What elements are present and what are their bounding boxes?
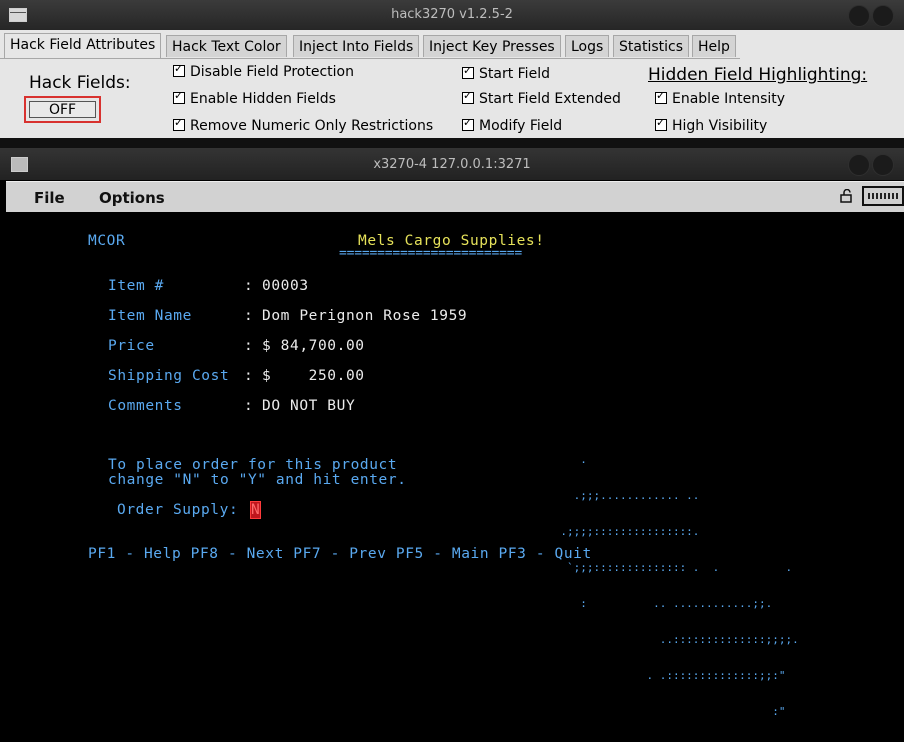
checkmark-icon	[655, 89, 667, 104]
tab-inject-into-fields[interactable]: Inject Into Fields	[293, 35, 420, 57]
field-value-comments[interactable]: DO NOT BUY	[262, 398, 355, 414]
field-value-price[interactable]: $ 84,700.00	[262, 338, 365, 354]
hack-fields-label: Hack Fields:	[29, 73, 131, 93]
terminal-minimize-button[interactable]	[848, 154, 870, 176]
keyboard-icon	[862, 186, 904, 206]
tab-hack-text-color[interactable]: Hack Text Color	[166, 35, 287, 57]
field-value-item-number[interactable]: 00003	[262, 278, 309, 294]
checkmark-icon	[462, 116, 474, 131]
field-separator: :	[244, 278, 254, 294]
checkbox-remove-numeric-only[interactable]: Remove Numeric Only Restrictions	[173, 116, 433, 134]
field-value-item-name[interactable]: Dom Perignon Rose 1959	[262, 308, 467, 324]
hack-fields-toggle-label: OFF	[29, 101, 96, 118]
field-label-item-name: Item Name	[108, 308, 192, 324]
tab-statistics[interactable]: Statistics	[613, 35, 689, 57]
lock-icon	[840, 189, 852, 203]
terminal-window-title: x3270-4 127.0.0.1:3271	[373, 157, 531, 172]
window-title: hack3270 v1.2.5-2	[391, 7, 513, 22]
instruction-line-1: To place order for this product	[108, 457, 398, 473]
field-separator: :	[244, 338, 254, 354]
menu-options[interactable]: Options	[99, 189, 165, 207]
ascii-art-logo: . .;;;............ .. .;;;;:::::::::::::…	[514, 453, 799, 718]
tab-divider	[0, 58, 740, 59]
checkbox-enable-intensity[interactable]: Enable Intensity	[655, 89, 785, 107]
field-separator: :	[244, 308, 254, 324]
field-label-item-number: Item #	[108, 278, 164, 294]
tab-help[interactable]: Help	[692, 35, 736, 57]
checkmark-icon	[655, 116, 667, 131]
screen-code: MCOR	[88, 233, 126, 249]
checkmark-icon	[462, 89, 474, 104]
tab-hack-field-attributes[interactable]: Hack Field Attributes	[4, 33, 162, 59]
hack-fields-toggle-button[interactable]: OFF	[24, 96, 101, 123]
checkbox-start-field[interactable]: Start Field	[462, 64, 550, 82]
checkmark-icon	[173, 62, 185, 77]
minimize-button[interactable]	[848, 5, 870, 27]
field-label-shipping-cost: Shipping Cost	[108, 368, 230, 384]
field-separator: :	[244, 368, 254, 384]
checkbox-start-field-extended[interactable]: Start Field Extended	[462, 89, 621, 107]
title-underline: ========================	[339, 246, 523, 261]
checkmark-icon	[173, 89, 185, 104]
terminal-screen[interactable]: MCOR Mels Cargo Supplies! ==============…	[6, 212, 904, 718]
window-gap	[0, 138, 904, 148]
pf-keys-line: PF1 - Help PF8 - Next PF7 - Prev PF5 - M…	[88, 546, 592, 562]
tab-inject-key-presses[interactable]: Inject Key Presses	[423, 35, 561, 57]
instruction-line-2: change "N" to "Y" and hit enter.	[108, 472, 407, 488]
x3270-titlebar: x3270-4 127.0.0.1:3271	[0, 148, 904, 180]
terminal-maximize-button[interactable]	[872, 154, 894, 176]
order-supply-label: Order Supply:	[117, 502, 239, 518]
field-separator: :	[244, 398, 254, 414]
checkbox-disable-field-protection[interactable]: Disable Field Protection	[173, 62, 354, 80]
checkbox-enable-hidden-fields[interactable]: Enable Hidden Fields	[173, 89, 336, 107]
checkbox-high-visibility[interactable]: High Visibility	[655, 116, 767, 134]
hack3270-titlebar: hack3270 v1.2.5-2	[0, 0, 904, 30]
menu-file[interactable]: File	[34, 189, 65, 207]
field-label-comments: Comments	[108, 398, 183, 414]
hidden-field-highlighting-label: Hidden Field Highlighting:	[648, 65, 868, 85]
maximize-button[interactable]	[872, 5, 894, 27]
hack-field-attributes-panel: Hack Field Attributes Hack Text Color In…	[0, 30, 904, 138]
field-label-price: Price	[108, 338, 155, 354]
terminal-menubar: File Options	[6, 181, 904, 213]
checkmark-icon	[462, 64, 474, 79]
order-supply-input[interactable]: N	[249, 501, 262, 519]
tab-logs[interactable]: Logs	[565, 35, 610, 57]
checkbox-modify-field[interactable]: Modify Field	[462, 116, 562, 134]
checkmark-icon	[173, 116, 185, 131]
field-value-shipping-cost[interactable]: $ 250.00	[262, 368, 365, 384]
